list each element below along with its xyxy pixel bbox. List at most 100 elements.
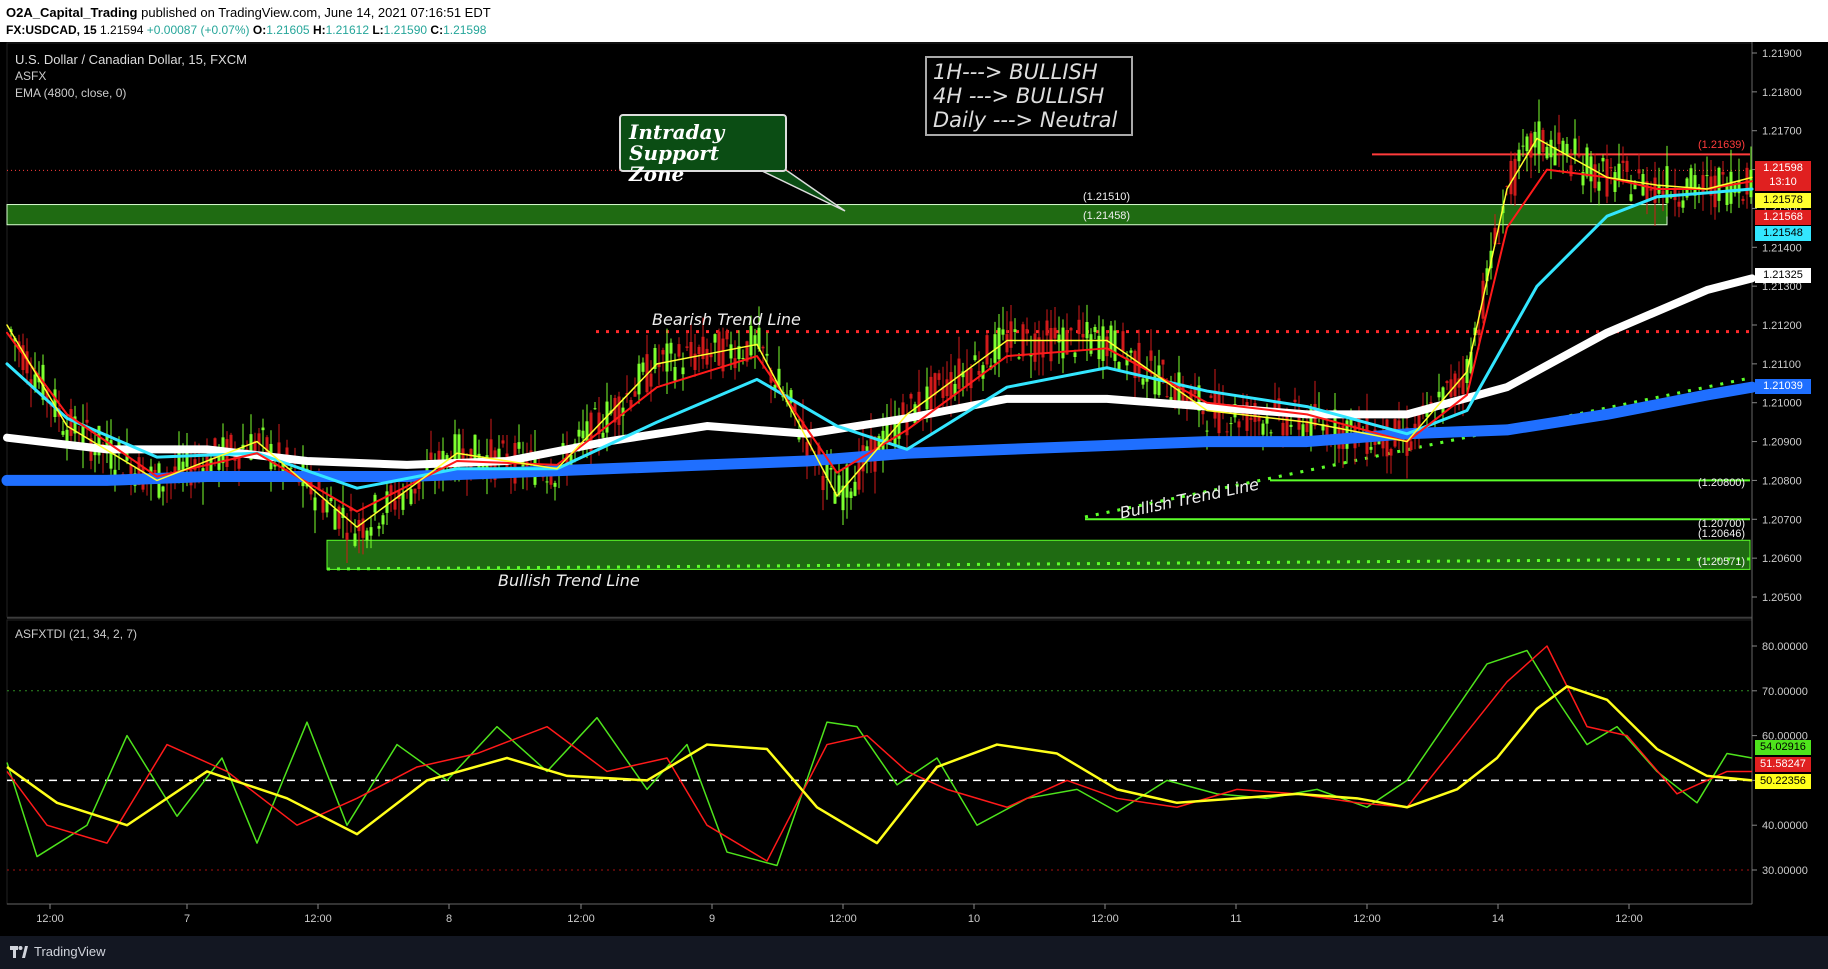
candle-body [1521,145,1525,147]
candle-body [945,379,949,397]
candle-body [1525,136,1529,152]
tradingview-logo-icon[interactable] [10,946,28,958]
candle-body [1141,378,1145,385]
candle-body [153,469,157,474]
tdi-axis-tick-label: 30.00000 [1762,865,1808,877]
candle-body [1045,320,1049,336]
candle-body [581,430,585,439]
candle-body [649,373,653,387]
candle-body [1565,143,1569,155]
candle-body [1041,341,1045,358]
candle-body [965,370,969,386]
candle-body [713,334,717,343]
candle-body [1165,396,1169,398]
candle-body [277,442,281,456]
candle-body [617,396,621,425]
candle-body [1293,399,1297,403]
time-axis-tick-label: 12:00 [1353,913,1381,925]
candle-body [409,489,413,505]
time-axis-tick-label: 14 [1492,913,1504,925]
candle-body [1053,327,1057,339]
indicator-ema-label[interactable]: EMA (4800, close, 0) [15,86,126,100]
candle-body [1217,393,1221,434]
candle-body [1585,147,1589,177]
candle-body [1077,319,1081,335]
price-axis-tick-label: 1.21000 [1762,398,1802,410]
candle-body [1597,181,1601,191]
candle-body [997,327,1001,360]
candle-body [1477,329,1481,336]
candle-body [1033,333,1037,362]
time-axis-tick-label: 9 [709,913,715,925]
tdi-green-tag: 54.02916 [1755,740,1811,755]
candle-body [429,452,433,460]
price-axis-tick-label: 1.20600 [1762,553,1802,565]
candle-body [1497,243,1501,245]
ema-red-tag: 1.21568 [1755,210,1811,225]
candle-body [1137,342,1141,378]
time-axis-tick-label: 12:00 [567,913,595,925]
candle-body [937,373,941,380]
candle-body [1109,325,1113,352]
candle-body [1149,350,1153,361]
candle-body [853,481,857,496]
candle-body [725,331,729,340]
candle-body [1517,149,1521,162]
candle-body [805,442,809,458]
candle-body [1001,329,1005,335]
candle-body [1097,335,1101,360]
candle-body [845,464,849,498]
candle-body [1209,395,1213,398]
candle-body [969,367,973,389]
indicator-asfx-label[interactable]: ASFX [15,69,46,83]
candle-body [1061,327,1065,359]
candle-body [1129,350,1133,353]
candle-body [1073,352,1077,358]
candle-body [501,440,505,444]
candle-body [1569,165,1573,177]
candle-body [1093,327,1097,333]
time-axis-tick-label: 12:00 [1615,913,1643,925]
support-level-label-3: (1.20646) [1698,528,1746,540]
ema-blue-tag: 1.21039 [1755,379,1811,394]
candle-body [1437,391,1441,398]
candle-body [1089,334,1093,354]
candle-body [1573,138,1577,155]
candle-body [705,348,709,365]
last-price-tag-value: 1.21598 [1763,162,1803,174]
candle-body [1301,424,1305,439]
candle-body [1009,321,1013,348]
candle-body [1369,446,1373,450]
candle-body [553,482,557,487]
candle-body [1105,336,1109,357]
candle-body [69,408,73,436]
candle-body [1205,430,1209,432]
ema-white-tag: 1.21325 [1755,268,1811,283]
time-axis-tick-label: 7 [184,913,190,925]
candle-body [1725,183,1729,205]
candle-body [665,343,669,372]
candle-body [1161,359,1165,365]
candle-body [1037,337,1041,354]
candle-body [1025,329,1029,334]
candle-body [637,363,641,395]
tradingview-brand[interactable]: TradingView [34,944,106,959]
zone-bottom-label: (1.21458) [1083,210,1131,222]
candle-body [385,491,389,513]
candle-body [641,362,645,372]
ema-yellow-tag: 1.21578 [1755,193,1811,208]
candle-body [985,335,989,365]
candle-body [1013,329,1017,333]
candle-body [1017,357,1021,359]
chart-canvas[interactable]: 1.219001.218001.217001.216001.215001.214… [0,0,1828,969]
candle-body [669,342,673,354]
candle-body [369,527,373,536]
candle-body [61,431,65,435]
candle-body [1537,121,1541,155]
countdown-tag: 13:10 [1769,176,1797,188]
price-axis-tick-label: 1.21200 [1762,320,1802,332]
tdi-pane-title[interactable]: ASFXTDI (21, 34, 2, 7) [15,627,137,641]
candle-body [229,434,233,449]
candle-body [1701,175,1705,194]
footer-bar: TradingView [0,936,1828,969]
